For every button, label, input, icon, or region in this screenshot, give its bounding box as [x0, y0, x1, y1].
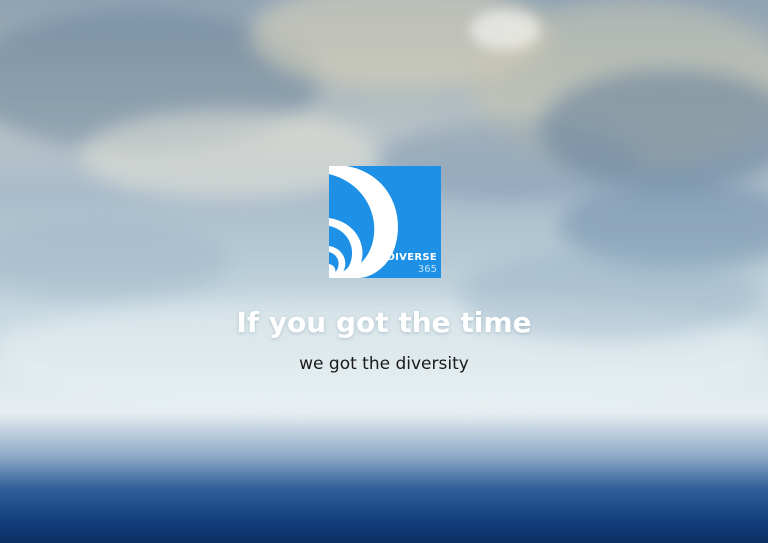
- logo-number: 365: [417, 264, 437, 275]
- brand-logo[interactable]: DIVERSE 365: [329, 166, 441, 278]
- hero-headline: If you got the time: [236, 306, 532, 339]
- hero-subline: we got the diversity: [299, 354, 469, 374]
- hero-background: DIVERSE 365 If you got the time we got t…: [0, 0, 768, 543]
- logo-wordmark: DIVERSE: [386, 252, 437, 263]
- cloud-texture: [470, 10, 540, 50]
- cloud-texture: [0, 220, 230, 300]
